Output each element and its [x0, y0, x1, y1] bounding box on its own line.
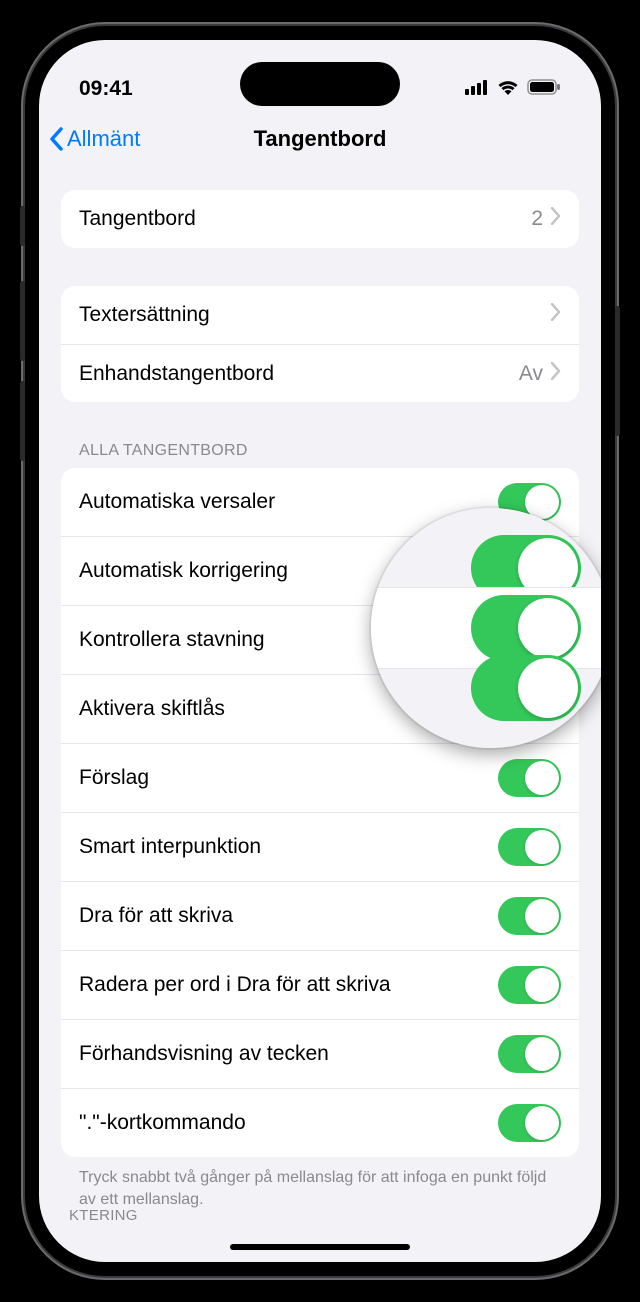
cellular-icon: [465, 77, 489, 101]
row-character-preview: Förhandsvisning av tecken: [61, 1019, 579, 1088]
toggle-switch[interactable]: [498, 1035, 561, 1073]
chevron-right-icon: [551, 362, 561, 386]
row-predictive: Förslag: [61, 743, 579, 812]
row-label: Enhandstangentbord: [79, 362, 519, 386]
wifi-icon: [497, 77, 519, 101]
clock: 09:41: [79, 77, 133, 101]
chevron-left-icon: [49, 127, 65, 151]
magnified-row: [371, 668, 601, 748]
iphone-frame: 09:41 Allmänt Tangentbord: [25, 26, 615, 1276]
row-label: Smart interpunktion: [79, 835, 498, 859]
toggle-switch[interactable]: [498, 966, 561, 1004]
dynamic-island: [240, 62, 400, 106]
row-label: Dra för att skriva: [79, 904, 498, 928]
row-label: Förhandsvisning av tecken: [79, 1042, 498, 1066]
toggle-switch[interactable]: [498, 897, 561, 935]
row-value: Av: [519, 362, 543, 386]
section-footer: Tryck snabbt två gånger på mellanslag fö…: [61, 1157, 579, 1210]
row-slide-to-type: Dra för att skriva: [61, 881, 579, 950]
row-label: Radera per ord i Dra för att skriva: [79, 973, 498, 997]
toggle-switch[interactable]: [498, 828, 561, 866]
row-keyboards[interactable]: Tangentbord 2: [61, 190, 579, 248]
magnified-row: [371, 508, 601, 587]
section-header-all-keyboards: ALLA TANGENTBORD: [61, 442, 579, 468]
screen: 09:41 Allmänt Tangentbord: [39, 40, 601, 1262]
group-keyboards: Tangentbord 2: [61, 190, 579, 248]
toggle-switch[interactable]: [498, 1104, 561, 1142]
row-label: Förslag: [79, 766, 498, 790]
chevron-right-icon: [551, 207, 561, 231]
magnified-row-auto-correction: [371, 587, 601, 667]
row-period-shortcut: "."-kortkommando: [61, 1088, 579, 1157]
group-text-options: Textersättning Enhandstangentbord Av: [61, 286, 579, 402]
battery-icon: [527, 77, 561, 101]
row-label: Textersättning: [79, 303, 551, 327]
power-button: [615, 306, 620, 436]
side-button: [20, 206, 25, 246]
magnified-toggle-icon: [471, 655, 581, 721]
row-value: 2: [531, 207, 543, 231]
volume-up-button: [20, 281, 25, 361]
row-smart-punctuation: Smart interpunktion: [61, 812, 579, 881]
navigation-bar: Allmänt Tangentbord: [39, 110, 601, 170]
magnifier-callout: [371, 508, 601, 748]
row-text-replacement[interactable]: Textersättning: [61, 286, 579, 344]
magnified-toggle-icon: [471, 595, 581, 661]
row-one-handed-keyboard[interactable]: Enhandstangentbord Av: [61, 344, 579, 402]
back-label: Allmänt: [67, 126, 140, 152]
home-indicator[interactable]: [230, 1244, 410, 1250]
back-button[interactable]: Allmänt: [49, 126, 140, 152]
toggle-switch[interactable]: [498, 759, 561, 797]
row-label: Tangentbord: [79, 207, 531, 231]
chevron-right-icon: [551, 303, 561, 327]
cutoff-text: KTERING: [69, 1207, 138, 1224]
row-label: "."-kortkommando: [79, 1111, 498, 1135]
volume-down-button: [20, 381, 25, 461]
row-delete-slide-word: Radera per ord i Dra för att skriva: [61, 950, 579, 1019]
